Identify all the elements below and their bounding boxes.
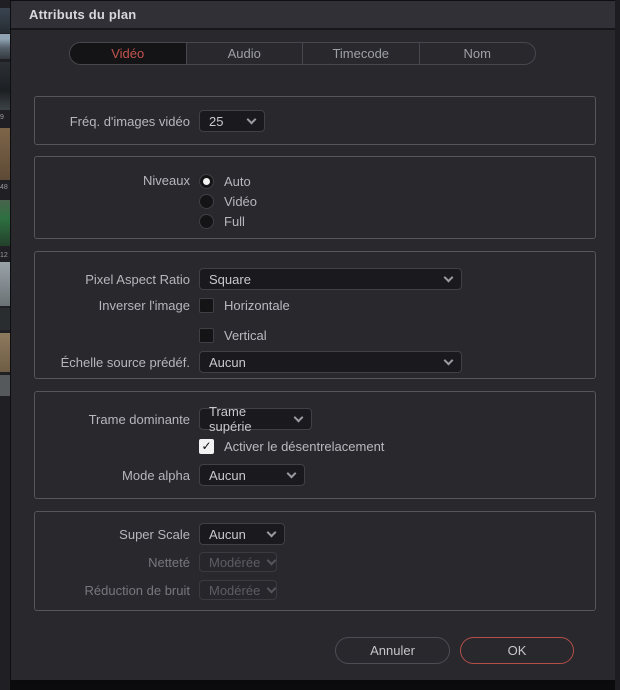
chevron-down-icon xyxy=(286,468,297,478)
clip-thumbnail xyxy=(0,333,10,372)
clip-thumbnail xyxy=(0,62,10,110)
field-dominance-dropdown[interactable]: Trame supérie xyxy=(199,404,312,434)
dialog-footer: Annuler OK xyxy=(34,637,595,664)
section-super-scale: Super Scale Aucun Netteté Modérée Réduct… xyxy=(34,511,596,611)
radio-auto-label: Auto xyxy=(224,173,251,189)
cancel-button-label: Annuler xyxy=(370,643,415,658)
framerate-label: Fréq. d'images vidéo xyxy=(69,113,190,129)
radio-icon[interactable] xyxy=(199,193,214,209)
flip-vertical-label: Vertical xyxy=(224,327,267,343)
media-pool-strip: 9 48 12 xyxy=(0,0,10,690)
scale-preset-dropdown[interactable]: Aucun xyxy=(199,351,462,373)
alpha-mode-dropdown[interactable]: Aucun xyxy=(199,464,305,486)
sharpness-value: Modérée xyxy=(209,554,261,570)
radio-icon-selected[interactable] xyxy=(199,173,214,189)
framerate-value: 25 xyxy=(209,113,224,129)
clip-thumbnail xyxy=(0,308,10,330)
clip-thumbnail xyxy=(0,262,10,306)
chevron-down-icon xyxy=(246,114,257,124)
sharpness-label: Netteté xyxy=(148,554,190,570)
deinterlace-label: Activer le désentrelacement xyxy=(224,438,385,454)
flip-vertical-checkbox[interactable] xyxy=(199,327,214,343)
flip-horizontal-label: Horizontale xyxy=(224,297,290,313)
deinterlace-checkbox[interactable]: ✓ xyxy=(199,438,214,454)
clip-number: 9 xyxy=(0,114,4,121)
clip-thumbnail xyxy=(0,375,10,396)
scale-preset-label: Échelle source prédéf. xyxy=(60,354,190,370)
radio-video-label: Vidéo xyxy=(224,193,258,209)
noise-reduction-label: Réduction de bruit xyxy=(84,582,190,598)
tab-audio[interactable]: Audio xyxy=(187,43,303,64)
tab-name[interactable]: Nom xyxy=(420,43,536,64)
radio-option-full[interactable]: Full xyxy=(199,211,257,231)
tab-name-label: Nom xyxy=(463,46,491,61)
scale-preset-value: Aucun xyxy=(209,354,246,370)
framerate-dropdown[interactable]: 25 xyxy=(199,110,265,132)
par-value: Square xyxy=(209,271,251,287)
dialog-titlebar[interactable]: Attributs du plan xyxy=(11,0,615,30)
cancel-button[interactable]: Annuler xyxy=(335,637,450,664)
super-scale-value: Aucun xyxy=(209,526,246,542)
tab-video[interactable]: Vidéo xyxy=(70,43,187,64)
checkmark-icon: ✓ xyxy=(201,439,212,453)
radio-icon[interactable] xyxy=(199,213,214,229)
chevron-down-icon xyxy=(266,527,277,537)
levels-radio-group: Auto Vidéo Full xyxy=(199,171,257,231)
super-scale-label: Super Scale xyxy=(119,526,190,542)
flip-horizontal-checkbox[interactable] xyxy=(199,297,214,313)
dialog-title: Attributs du plan xyxy=(29,7,137,22)
noise-reduction-value: Modérée xyxy=(209,582,261,598)
chevron-down-icon xyxy=(443,272,454,282)
section-framerate: Fréq. d'images vidéo 25 xyxy=(34,96,596,145)
clip-attributes-dialog: Attributs du plan Vidéo Audio Timecode N… xyxy=(10,0,615,682)
section-geometry: Pixel Aspect Ratio Square Inverser l'ima… xyxy=(34,251,596,379)
ok-button-label: OK xyxy=(507,643,527,658)
tab-audio-label: Audio xyxy=(227,46,261,61)
clip-thumbnail xyxy=(0,8,10,33)
radio-full-label: Full xyxy=(224,213,245,229)
pixel-aspect-ratio-dropdown[interactable]: Square xyxy=(199,268,462,290)
radio-option-auto[interactable]: Auto xyxy=(199,171,257,191)
flip-label: Inverser l'image xyxy=(98,297,190,313)
par-label: Pixel Aspect Ratio xyxy=(85,271,190,287)
chevron-down-icon xyxy=(266,555,277,565)
field-dominance-label: Trame dominante xyxy=(88,411,190,427)
dialog-edge-shadow xyxy=(615,0,620,690)
field-dominance-value: Trame supérie xyxy=(209,404,252,434)
alpha-mode-label: Mode alpha xyxy=(122,467,190,483)
clip-thumbnail xyxy=(0,128,10,180)
tab-bar: Vidéo Audio Timecode Nom xyxy=(69,42,536,65)
chevron-down-icon xyxy=(293,412,304,422)
clip-thumbnail xyxy=(0,34,10,59)
section-deinterlace: Trame dominante Trame supérie ✓ Activer … xyxy=(34,391,596,499)
noise-reduction-dropdown: Modérée xyxy=(199,580,277,600)
alpha-mode-value: Aucun xyxy=(209,467,246,483)
super-scale-dropdown[interactable]: Aucun xyxy=(199,523,285,545)
levels-label: Niveaux xyxy=(143,173,190,188)
tab-timecode-label: Timecode xyxy=(332,46,390,61)
chevron-down-icon xyxy=(443,355,454,365)
tab-video-label: Vidéo xyxy=(111,46,145,61)
clip-thumbnail xyxy=(0,200,10,246)
clip-number: 12 xyxy=(0,252,8,259)
sharpness-dropdown: Modérée xyxy=(199,552,277,572)
clip-number: 48 xyxy=(0,184,8,191)
chevron-down-icon xyxy=(266,583,277,593)
ok-button[interactable]: OK xyxy=(460,637,574,664)
section-levels: Niveaux Auto Vidéo Full xyxy=(34,156,596,239)
radio-option-video[interactable]: Vidéo xyxy=(199,191,257,211)
tab-timecode[interactable]: Timecode xyxy=(303,43,420,64)
